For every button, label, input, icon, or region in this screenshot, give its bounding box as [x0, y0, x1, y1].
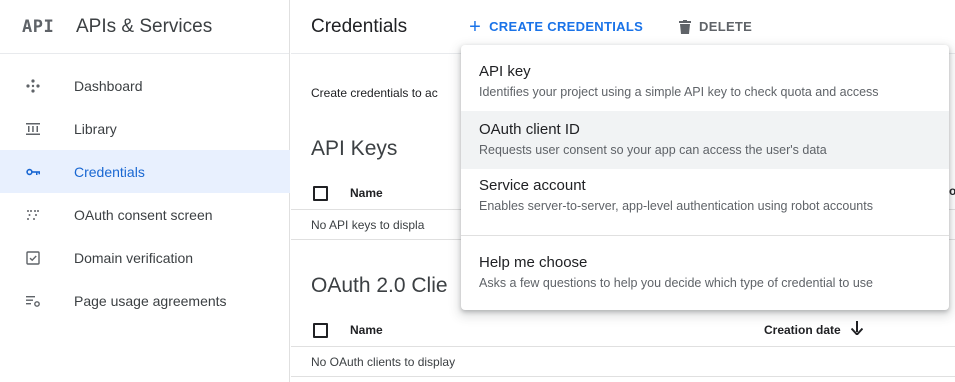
menu-item-description: Enables server-to-server, app-level auth…: [479, 199, 873, 213]
select-all-checkbox[interactable]: [313, 185, 328, 201]
oauth-clients-table: Name Creation date No OAuth clients to d…: [291, 314, 955, 377]
plus-icon: +: [469, 15, 482, 38]
dashboard-icon: [26, 78, 40, 93]
consent-screen-icon: [26, 208, 40, 222]
menu-item-title: Service account: [479, 177, 586, 194]
product-title[interactable]: APIs & Services: [76, 16, 212, 38]
sidebar-item-oauth-consent-screen[interactable]: OAuth consent screen: [0, 193, 290, 236]
sidebar-item-page-usage-agreements[interactable]: Page usage agreements: [0, 279, 290, 322]
menu-divider: [461, 235, 949, 236]
create-credentials-button[interactable]: + CREATE CREDENTIALS: [469, 17, 643, 37]
sidebar-item-library[interactable]: Library: [0, 107, 290, 150]
menu-item-description: Requests user consent so your app can ac…: [479, 143, 827, 157]
menu-item-service-account[interactable]: Service account Enables server-to-server…: [461, 169, 949, 227]
column-header-fragment: o: [949, 184, 955, 198]
select-all-checkbox[interactable]: [313, 322, 328, 338]
column-header-name[interactable]: Name: [350, 323, 383, 337]
api-logo[interactable]: API: [22, 17, 56, 37]
sidebar-nav: Dashboard Library Credentials OAuth cons…: [0, 64, 290, 322]
sidebar-item-label: Dashboard: [74, 77, 143, 94]
sidebar-header: API APIs & Services: [0, 0, 289, 54]
menu-item-title: Help me choose: [479, 254, 588, 271]
api-keys-heading: API Keys: [311, 137, 398, 160]
menu-item-title: API key: [479, 63, 531, 80]
sidebar-item-label: OAuth consent screen: [74, 206, 213, 223]
sort-arrow-down-icon: [850, 320, 863, 340]
menu-item-description: Identifies your project using a simple A…: [479, 85, 879, 99]
sidebar-item-dashboard[interactable]: Dashboard: [0, 64, 290, 107]
menu-item-title: OAuth client ID: [479, 121, 580, 138]
column-header-label: Creation date: [764, 323, 841, 337]
sidebar-item-label: Domain verification: [74, 249, 194, 266]
sidebar-item-credentials[interactable]: Credentials: [0, 150, 290, 193]
oauth-clients-heading: OAuth 2.0 Clie: [311, 274, 448, 297]
create-credentials-label: CREATE CREDENTIALS: [489, 19, 644, 34]
menu-item-help-me-choose[interactable]: Help me choose Asks a few questions to h…: [461, 244, 949, 302]
sidebar-item-label: Page usage agreements: [74, 292, 227, 309]
key-icon: [26, 165, 40, 179]
delete-button[interactable]: DELETE: [679, 19, 752, 34]
sidebar-item-label: Credentials: [74, 163, 145, 180]
trash-icon: [679, 19, 692, 34]
column-header-creation-date[interactable]: Creation date: [764, 320, 863, 340]
column-header-name[interactable]: Name: [350, 186, 383, 200]
menu-item-api-key[interactable]: API key Identifies your project using a …: [461, 45, 949, 105]
empty-message: No OAuth clients to display: [291, 347, 955, 377]
create-credentials-menu: API key Identifies your project using a …: [461, 45, 949, 310]
sidebar-item-label: Library: [74, 120, 117, 137]
sidebar: API APIs & Services Dashboard Library Cr…: [0, 0, 290, 382]
menu-item-description: Asks a few questions to help you decide …: [479, 276, 873, 290]
table-header: Name Creation date: [291, 314, 955, 347]
checkbox-icon: [26, 250, 40, 265]
sidebar-item-domain-verification[interactable]: Domain verification: [0, 236, 290, 279]
page-title: Credentials: [311, 15, 408, 37]
library-icon: [26, 122, 40, 136]
delete-label: DELETE: [699, 19, 753, 34]
settings-list-icon: [26, 294, 40, 308]
menu-item-oauth-client-id[interactable]: OAuth client ID Requests user consent so…: [461, 111, 949, 169]
intro-text: Create credentials to ac: [311, 86, 438, 100]
